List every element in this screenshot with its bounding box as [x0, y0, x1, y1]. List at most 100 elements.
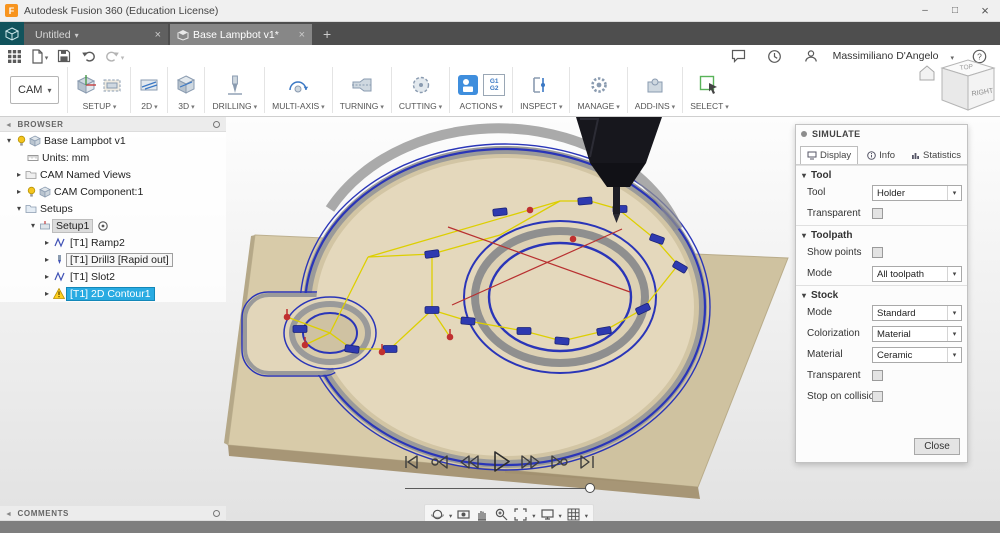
browser-header[interactable]: BROWSER [0, 117, 226, 132]
stock-setup-icon[interactable] [101, 74, 123, 96]
op-chip[interactable]: [T1] Drill3 [Rapid out] [66, 252, 173, 267]
tab-display[interactable]: Display [800, 146, 859, 164]
turning-icon[interactable] [351, 74, 373, 96]
expand-icon[interactable] [14, 187, 24, 196]
tree-item-setups[interactable]: Setups [0, 200, 226, 217]
expand-icon[interactable] [42, 272, 52, 281]
ribbon-group-label[interactable]: SELECT [690, 101, 729, 111]
select-icon[interactable] [698, 74, 720, 96]
tree-item-op-slot2[interactable]: [T1] Slot2 [0, 268, 226, 285]
close-tab-icon[interactable] [299, 29, 305, 41]
view-cube[interactable]: TOP RIGHT [916, 56, 1000, 131]
collapse-arrow-icon[interactable] [0, 120, 18, 129]
step-back-button[interactable] [457, 450, 481, 474]
chevron-down-icon[interactable] [947, 186, 961, 200]
grid-settings-icon[interactable] [566, 507, 581, 522]
multi-axis-icon[interactable] [287, 74, 309, 96]
component-label[interactable]: CAM Component:1 [54, 186, 143, 198]
look-at-icon[interactable] [456, 507, 471, 522]
tab-untitled[interactable]: Untitled [24, 24, 168, 45]
close-button[interactable]: Close [914, 438, 960, 455]
active-setup-target-icon[interactable] [96, 220, 110, 232]
ribbon-group-label[interactable]: 3D [178, 101, 194, 111]
simulate-icon-active[interactable] [457, 74, 479, 96]
ribbon-group-label[interactable]: MANAGE [577, 101, 619, 111]
stock-transparent-checkbox[interactable] [872, 370, 883, 381]
material-select[interactable]: Ceramic [872, 347, 962, 363]
minimize-button[interactable] [910, 0, 940, 22]
ribbon-group-label[interactable]: ACTIONS [460, 101, 503, 111]
comments-header[interactable]: COMMENTS [0, 506, 226, 521]
tool-select[interactable]: Holder [872, 185, 962, 201]
file-menu-button[interactable] [28, 47, 50, 65]
op-chip[interactable]: [T1] Ramp2 [66, 236, 129, 250]
ribbon-group-label[interactable]: 2D [141, 101, 157, 111]
chevron-down-icon[interactable] [947, 306, 961, 320]
expand-icon[interactable] [42, 238, 52, 247]
section-tool[interactable]: Tool [796, 165, 967, 183]
expand-icon[interactable] [42, 289, 52, 298]
chevron-down-icon[interactable] [947, 327, 961, 341]
tree-item-setup1[interactable]: Setup1 [0, 217, 226, 234]
expand-icon[interactable] [14, 170, 24, 179]
tab-info[interactable]: Info [860, 146, 902, 164]
app-grid-button[interactable] [3, 47, 25, 65]
manage-gear-icon[interactable] [588, 74, 610, 96]
save-button[interactable] [53, 47, 75, 65]
collapse-arrow-icon[interactable] [0, 509, 18, 518]
2d-milling-icon[interactable] [138, 74, 160, 96]
tree-item-op-ramp2[interactable]: [T1] Ramp2 [0, 234, 226, 251]
expand-icon[interactable] [4, 136, 14, 145]
ribbon-group-label[interactable]: MULTI-AXIS [272, 101, 325, 111]
orbit-icon[interactable] [430, 507, 445, 522]
ribbon-group-label[interactable]: SETUP [83, 101, 117, 111]
section-stock[interactable]: Stock [796, 285, 967, 303]
expand-icon[interactable] [14, 204, 24, 213]
3d-milling-icon[interactable] [175, 74, 197, 96]
ribbon-group-label[interactable]: ADD-INS [635, 101, 675, 111]
panel-handle-icon[interactable] [213, 120, 220, 128]
ribbon-group-label[interactable]: TURNING [340, 101, 384, 111]
pan-hand-icon[interactable] [475, 507, 490, 522]
root-label[interactable]: Base Lampbot v1 [44, 135, 126, 147]
expand-icon[interactable] [28, 221, 38, 230]
chevron-down-icon[interactable] [75, 29, 79, 41]
drag-handle-icon[interactable] [801, 130, 807, 137]
tree-item-component[interactable]: CAM Component:1 [0, 183, 226, 200]
ribbon-group-label[interactable]: DRILLING [212, 101, 257, 111]
stock-mode-select[interactable]: Standard [872, 305, 962, 321]
timeline-slider[interactable] [405, 482, 595, 494]
maximize-button[interactable] [940, 0, 970, 22]
undo-button[interactable] [78, 47, 100, 65]
op-chip-selected[interactable]: [T1] 2D Contour1 [66, 286, 155, 301]
section-toolpath[interactable]: Toolpath [796, 225, 967, 243]
tree-item-op-2d-contour1[interactable]: [T1] 2D Contour1 [0, 285, 226, 302]
drill-icon[interactable] [224, 74, 246, 96]
setup1-chip[interactable]: Setup1 [52, 218, 94, 233]
tree-item-named-views[interactable]: CAM Named Views [0, 166, 226, 183]
next-operation-button[interactable] [547, 450, 571, 474]
named-views-label[interactable]: CAM Named Views [40, 169, 131, 181]
user-avatar[interactable] [800, 47, 822, 65]
timeline-handle[interactable] [585, 483, 595, 493]
cutting-icon[interactable] [410, 74, 432, 96]
zoom-icon[interactable] [494, 507, 509, 522]
setups-label[interactable]: Setups [40, 203, 73, 215]
play-button[interactable] [486, 448, 513, 475]
close-tab-icon[interactable] [155, 29, 161, 41]
tree-item-op-drill3[interactable]: [T1] Drill3 [Rapid out] [0, 251, 226, 268]
step-forward-button[interactable] [518, 450, 542, 474]
inspect-icon[interactable] [530, 74, 552, 96]
previous-operation-button[interactable] [428, 450, 452, 474]
tree-item-root[interactable]: Base Lampbot v1 [0, 132, 226, 149]
redo-button[interactable] [103, 47, 125, 65]
chevron-down-icon[interactable] [947, 267, 961, 281]
op-chip[interactable]: [T1] Slot2 [66, 270, 119, 284]
comments-button[interactable] [728, 47, 750, 65]
colorization-select[interactable]: Material [872, 326, 962, 342]
activity-history-button[interactable] [764, 47, 786, 65]
tool-transparent-checkbox[interactable] [872, 208, 883, 219]
toolpath-mode-select[interactable]: All toolpath [872, 266, 962, 282]
timeline-track[interactable] [405, 488, 589, 489]
chevron-down-icon[interactable] [947, 348, 961, 362]
